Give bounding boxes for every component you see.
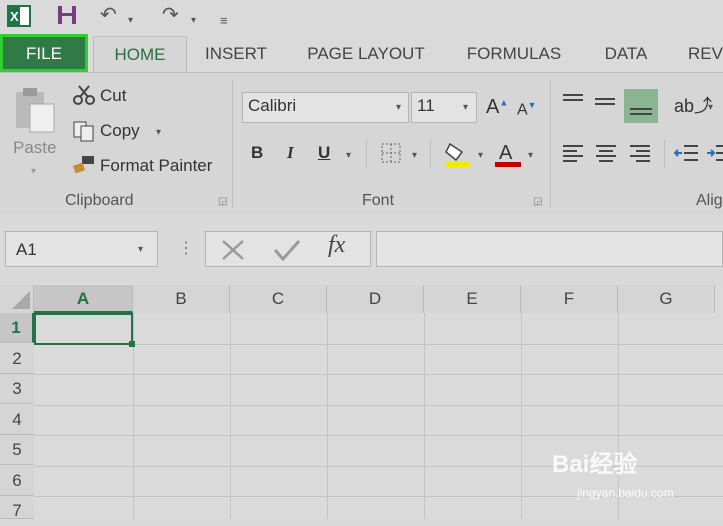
increase-indent-icon[interactable]: [706, 143, 723, 168]
row-header-1[interactable]: 1: [0, 313, 34, 343]
row-header-6[interactable]: 6: [0, 466, 34, 496]
bold-button[interactable]: B: [251, 143, 263, 163]
decrease-font-size-icon[interactable]: A▼: [517, 100, 537, 119]
formula-input[interactable]: [376, 231, 723, 267]
paste-dropdown-icon[interactable]: ▾: [31, 166, 36, 177]
svg-text:A: A: [499, 142, 513, 164]
tab-page-layout[interactable]: PAGE LAYOUT: [300, 33, 432, 71]
row-header-4[interactable]: 4: [0, 405, 34, 435]
formula-bar-grip-icon: ⋮: [178, 240, 194, 257]
orientation-icon[interactable]: ab⤴: [674, 92, 712, 118]
paste-button[interactable]: Paste: [13, 138, 56, 158]
italic-button[interactable]: I: [287, 143, 294, 163]
fill-color-icon[interactable]: [444, 140, 470, 173]
excel-logo-icon: X: [6, 4, 32, 28]
redo-icon[interactable]: ↷: [162, 4, 179, 26]
gridline: [34, 344, 723, 345]
format-painter-icon[interactable]: [72, 154, 96, 181]
insert-function-button[interactable]: fx: [328, 232, 345, 259]
align-left-icon[interactable]: [561, 143, 585, 168]
tab-home[interactable]: HOME: [93, 36, 187, 75]
fill-handle[interactable]: [129, 341, 135, 347]
save-icon[interactable]: [56, 4, 78, 31]
borders-icon[interactable]: [380, 142, 402, 169]
column-header-g[interactable]: G: [618, 285, 715, 313]
gridline: [327, 313, 328, 519]
alignment-group-label: Alig: [696, 192, 723, 209]
tab-data[interactable]: DATA: [598, 33, 654, 71]
selected-cell-a1[interactable]: [34, 313, 133, 345]
watermark-logo: Bai经验: [552, 451, 638, 478]
column-header-f[interactable]: F: [521, 285, 618, 313]
align-right-icon[interactable]: [628, 143, 652, 168]
column-header-b[interactable]: B: [133, 285, 230, 313]
column-header-e[interactable]: E: [424, 285, 521, 313]
borders-dropdown-icon[interactable]: ▾: [412, 150, 417, 161]
copy-dropdown-icon[interactable]: ▾: [156, 127, 161, 138]
tab-formulas[interactable]: FORMULAS: [462, 33, 566, 71]
bottom-align-icon[interactable]: [624, 89, 658, 123]
gridline: [230, 313, 231, 519]
underline-dropdown-icon[interactable]: ▾: [346, 150, 351, 161]
column-header-a[interactable]: A: [34, 285, 133, 313]
clipboard-dialog-launcher-icon[interactable]: ◲: [218, 196, 227, 207]
font-separator: [366, 140, 367, 168]
column-header-d[interactable]: D: [327, 285, 424, 313]
column-header-c[interactable]: C: [230, 285, 327, 313]
font-color-dropdown-icon[interactable]: ▾: [528, 150, 533, 161]
orientation-dropdown-icon[interactable]: ▾: [708, 102, 713, 113]
name-box-dropdown-icon[interactable]: ▾: [138, 244, 143, 255]
gridline: [34, 374, 723, 375]
svg-text:X: X: [10, 9, 19, 24]
middle-align-icon[interactable]: [593, 92, 617, 117]
font-size-dropdown-icon[interactable]: ▾: [463, 102, 468, 113]
row-header-3[interactable]: 3: [0, 374, 34, 404]
cut-button[interactable]: Cut: [100, 86, 126, 106]
name-box-value: A1: [16, 240, 37, 259]
select-all-button[interactable]: [0, 285, 34, 313]
name-box[interactable]: A1 ▾: [5, 231, 158, 267]
redo-dropdown-icon[interactable]: ▾: [191, 10, 196, 32]
format-painter-button[interactable]: Format Painter: [100, 156, 212, 176]
top-align-icon[interactable]: [561, 92, 585, 117]
tab-insert[interactable]: INSERT: [200, 33, 272, 71]
font-name-select[interactable]: Calibri: [242, 92, 409, 123]
gridline: [34, 405, 723, 406]
group-separator: [550, 80, 551, 208]
cut-icon[interactable]: [72, 84, 96, 111]
align-center-icon[interactable]: [594, 143, 618, 168]
alignment-separator: [664, 140, 665, 168]
undo-icon[interactable]: ↶: [100, 4, 117, 26]
font-separator: [430, 140, 431, 168]
customize-toolbar-icon[interactable]: ≡: [220, 10, 228, 32]
fill-color-dropdown-icon[interactable]: ▾: [478, 150, 483, 161]
tab-review[interactable]: REV: [688, 33, 723, 71]
gridline: [34, 435, 723, 436]
increase-font-size-icon[interactable]: A▲: [486, 96, 508, 119]
font-group-label: Font: [362, 192, 395, 209]
row-header-5[interactable]: 5: [0, 435, 34, 465]
clipboard-group-label: Clipboard: [65, 192, 134, 209]
decrease-indent-icon[interactable]: [673, 143, 700, 168]
cancel-icon[interactable]: [220, 238, 246, 267]
gridline: [424, 313, 425, 519]
font-color-icon[interactable]: A: [494, 140, 522, 173]
gridline: [521, 313, 522, 519]
row-header-2[interactable]: 2: [0, 344, 34, 374]
copy-icon[interactable]: [72, 120, 96, 147]
underline-button[interactable]: U: [318, 143, 330, 163]
row-header-7[interactable]: 7: [0, 496, 34, 520]
font-name-value: Calibri: [248, 96, 297, 115]
undo-dropdown-icon[interactable]: ▾: [128, 10, 133, 32]
tab-file[interactable]: FILE: [0, 34, 88, 72]
copy-button[interactable]: Copy: [100, 121, 140, 141]
font-name-dropdown-icon[interactable]: ▾: [396, 102, 401, 113]
font-size-value: 11: [417, 96, 435, 115]
enter-icon[interactable]: [272, 238, 302, 267]
watermark-url: jingyan.baidu.com: [577, 486, 674, 500]
paste-icon[interactable]: [12, 84, 60, 139]
font-dialog-launcher-icon[interactable]: ◲: [533, 196, 542, 207]
group-separator: [232, 80, 233, 208]
